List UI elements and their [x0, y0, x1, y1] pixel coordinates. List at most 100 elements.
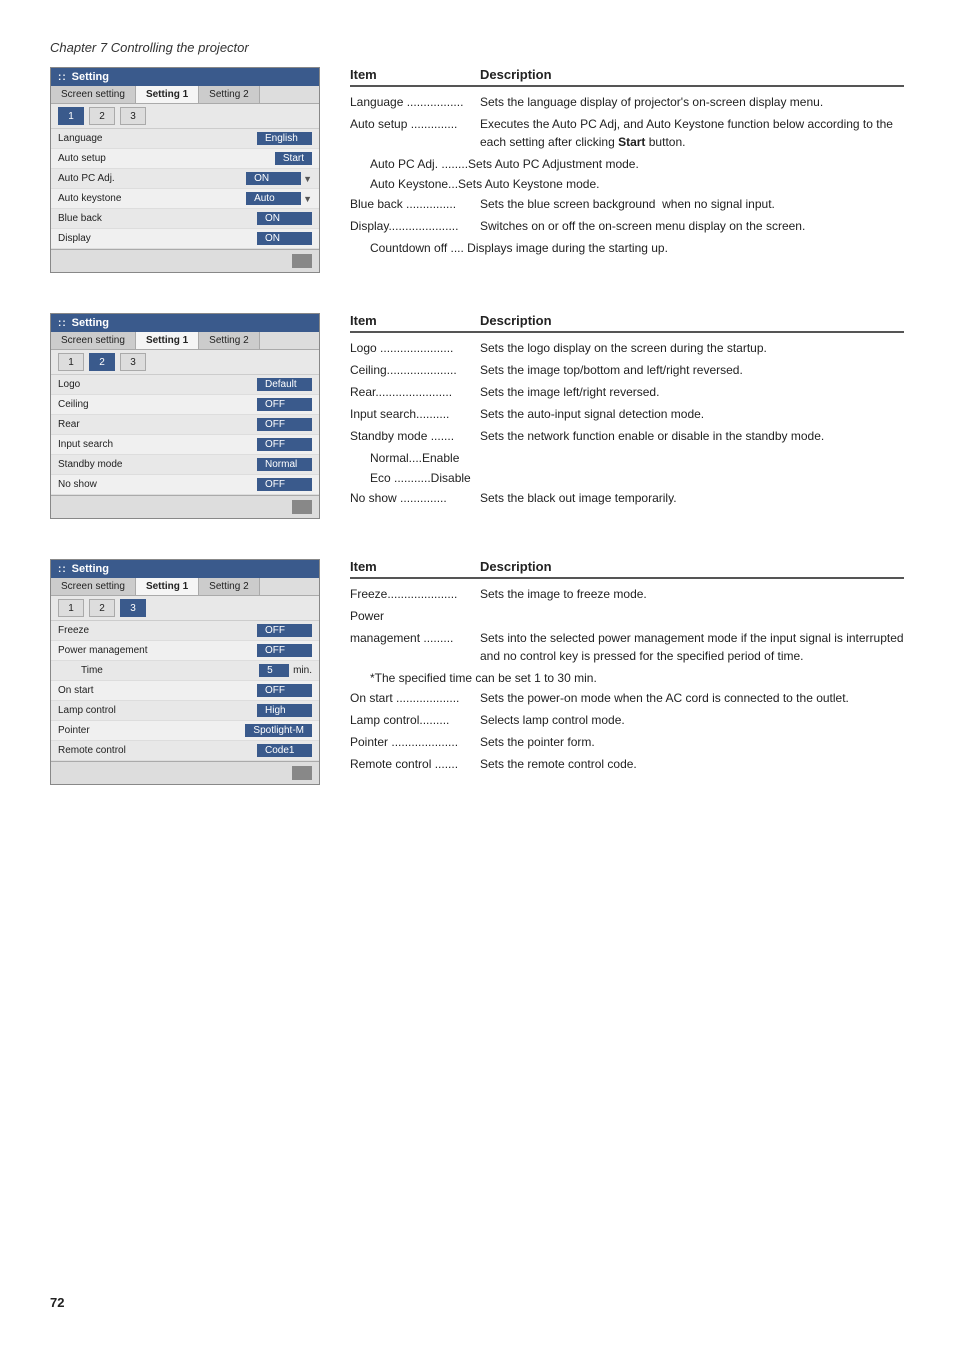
- desc-row-on-start: On start ................... Sets the po…: [350, 689, 904, 707]
- section-2: :: Setting Screen setting Setting 1 Sett…: [50, 313, 904, 519]
- ui-row-pointer: Pointer Spotlight-M: [51, 721, 319, 741]
- desc-col-desc-2: Description: [480, 313, 904, 328]
- ui-num-2-3[interactable]: 2: [89, 599, 115, 617]
- ui-num-2-1[interactable]: 2: [89, 107, 115, 125]
- ui-row-rear: Rear OFF: [51, 415, 319, 435]
- ui-label-on-start: On start: [58, 685, 257, 696]
- ui-label-standby-mode: Standby mode: [58, 459, 257, 470]
- desc-sub-auto-keystone: Auto Keystone...Sets Auto Keystone mode.: [350, 175, 904, 193]
- desc-row-pointer: Pointer .................... Sets the po…: [350, 733, 904, 751]
- ui-tab-numbers-2: 1 2 3: [51, 350, 319, 375]
- desc-row-rear: Rear....................... Sets the ima…: [350, 383, 904, 401]
- ui-label-no-show: No show: [58, 479, 257, 490]
- ui-row-remote-control: Remote control Code1: [51, 741, 319, 761]
- ui-title-1: Setting: [72, 71, 109, 83]
- ui-tab-screen-setting-3[interactable]: Screen setting: [51, 578, 136, 595]
- ui-tab-setting2-2[interactable]: Setting 2: [199, 332, 259, 349]
- ui-title-3: Setting: [72, 563, 109, 575]
- ui-num-1-1[interactable]: 1: [58, 107, 84, 125]
- ui-value-logo: Default: [257, 378, 312, 391]
- desc-col-item-1: Item: [350, 67, 480, 82]
- ui-footer-1: [51, 249, 319, 272]
- ui-tab-setting1-2[interactable]: Setting 1: [136, 332, 199, 349]
- ui-row-display: Display ON: [51, 229, 319, 249]
- ui-row-auto-setup: Auto setup Start: [51, 149, 319, 169]
- ui-num-1-3[interactable]: 1: [58, 599, 84, 617]
- desc-text-display: Switches on or off the on-screen menu di…: [480, 217, 904, 235]
- ui-num-1-2[interactable]: 1: [58, 353, 84, 371]
- ui-tab-screen-setting-2[interactable]: Screen setting: [51, 332, 136, 349]
- ui-row-no-show: No show OFF: [51, 475, 319, 495]
- desc-text-pointer: Sets the pointer form.: [480, 733, 904, 751]
- ui-value-on-start: OFF: [257, 684, 312, 697]
- desc-item-input-search: Input search..........: [350, 405, 480, 423]
- desc-item-power-label: Power: [350, 607, 480, 625]
- ui-num-2-2[interactable]: 2: [89, 353, 115, 371]
- ui-tab-setting1-3[interactable]: Setting 1: [136, 578, 199, 595]
- ui-value-power-management: OFF: [257, 644, 312, 657]
- desc-text-no-show: Sets the black out image temporarily.: [480, 489, 904, 507]
- ui-value-language: English: [257, 132, 312, 145]
- ui-btn-start[interactable]: Start: [275, 152, 312, 165]
- desc-item-power-management: management .........: [350, 629, 480, 665]
- ui-tab-setting2-3[interactable]: Setting 2: [199, 578, 259, 595]
- desc-sub-eco: Eco ...........Disable: [350, 469, 904, 487]
- ui-tab-setting1-1[interactable]: Setting 1: [136, 86, 199, 103]
- ui-dots-2: ::: [58, 318, 67, 329]
- desc-item-language: Language .................: [350, 93, 480, 111]
- ui-title-2: Setting: [72, 317, 109, 329]
- ui-value-rear: OFF: [257, 418, 312, 431]
- ui-row-auto-keystone: Auto keystone Auto ▼: [51, 189, 319, 209]
- desc-sub-normal: Normal....Enable: [350, 449, 904, 467]
- desc-row-blue-back: Blue back ............... Sets the blue …: [350, 195, 904, 213]
- ui-num-3-1[interactable]: 3: [120, 107, 146, 125]
- ui-tabs-3: Screen setting Setting 1 Setting 2: [51, 578, 319, 596]
- ui-value-ceiling: OFF: [257, 398, 312, 411]
- ui-select-auto-pc[interactable]: ON ▼: [246, 172, 312, 185]
- ui-value-input-search: OFF: [257, 438, 312, 451]
- ui-label-time: Time: [81, 665, 259, 676]
- ui-row-lamp-control: Lamp control High: [51, 701, 319, 721]
- desc-table-1: Item Description Language ..............…: [350, 67, 904, 259]
- desc-item-lamp-control: Lamp control.........: [350, 711, 480, 729]
- ui-row-power-management: Power management OFF: [51, 641, 319, 661]
- ui-panel-2: :: Setting Screen setting Setting 1 Sett…: [50, 313, 320, 519]
- ui-tab-screen-setting-1[interactable]: Screen setting: [51, 86, 136, 103]
- desc-table-2: Item Description Logo ..................…: [350, 313, 904, 511]
- desc-item-remote-control: Remote control .......: [350, 755, 480, 773]
- ui-dots-1: ::: [58, 72, 67, 83]
- ui-tab-setting2-1[interactable]: Setting 2: [199, 86, 259, 103]
- ui-label-min: min.: [293, 665, 312, 676]
- ui-tabs-2: Screen setting Setting 1 Setting 2: [51, 332, 319, 350]
- desc-sub-countdown: Countdown off .... Displays image during…: [350, 239, 904, 257]
- desc-row-freeze: Freeze..................... Sets the ima…: [350, 585, 904, 603]
- desc-row-remote-control: Remote control ....... Sets the remote c…: [350, 755, 904, 773]
- ui-row-language: Language English: [51, 129, 319, 149]
- desc-text-remote-control: Sets the remote control code.: [480, 755, 904, 773]
- ui-value-remote-control: Code1: [257, 744, 312, 757]
- ui-label-blue-back: Blue back: [58, 213, 257, 224]
- desc-text-language: Sets the language display of projector's…: [480, 93, 904, 111]
- desc-text-freeze: Sets the image to freeze mode.: [480, 585, 904, 603]
- ui-value-blue-back: ON: [257, 212, 312, 225]
- ui-label-display: Display: [58, 233, 257, 244]
- desc-text-logo: Sets the logo display on the screen duri…: [480, 339, 904, 357]
- desc-col-item-3: Item: [350, 559, 480, 574]
- desc-text-auto-setup: Executes the Auto PC Adj, and Auto Keyst…: [480, 115, 904, 151]
- ui-label-auto-pc: Auto PC Adj.: [58, 173, 246, 184]
- ui-panel-3: :: Setting Screen setting Setting 1 Sett…: [50, 559, 320, 785]
- ui-num-3-3[interactable]: 3: [120, 599, 146, 617]
- desc-row-no-show: No show .............. Sets the black ou…: [350, 489, 904, 507]
- ui-num-3-2[interactable]: 3: [120, 353, 146, 371]
- ui-value-standby-mode: Normal: [257, 458, 312, 471]
- desc-item-no-show: No show ..............: [350, 489, 480, 507]
- ui-icon-projector-1: [292, 254, 312, 268]
- ui-title-bar-1: :: Setting: [51, 68, 319, 86]
- ui-value-time: 5: [259, 664, 289, 677]
- desc-row-ceiling: Ceiling..................... Sets the im…: [350, 361, 904, 379]
- ui-row-freeze: Freeze OFF: [51, 621, 319, 641]
- ui-select-auto-keystone[interactable]: Auto ▼: [246, 192, 312, 205]
- ui-row-logo: Logo Default: [51, 375, 319, 395]
- ui-label-remote-control: Remote control: [58, 745, 257, 756]
- desc-row-auto-setup: Auto setup .............. Executes the A…: [350, 115, 904, 151]
